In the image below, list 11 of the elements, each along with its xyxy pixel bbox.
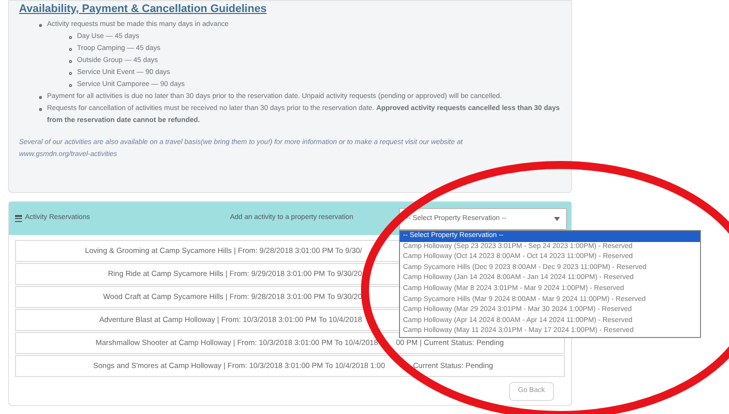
caret-icon	[554, 217, 560, 221]
list-icon	[15, 215, 22, 222]
bullet-icon	[39, 96, 42, 99]
bullet-icon	[69, 48, 72, 51]
bullet-icon	[39, 24, 42, 27]
bullet-icon	[39, 108, 42, 111]
bullet-icon	[69, 36, 72, 39]
bullet-icon	[69, 84, 72, 87]
bullet-icon	[69, 72, 72, 75]
bullet-icon	[69, 60, 72, 63]
section-title: Availability, Payment & Cancellation Guidelines	[19, 2, 268, 17]
